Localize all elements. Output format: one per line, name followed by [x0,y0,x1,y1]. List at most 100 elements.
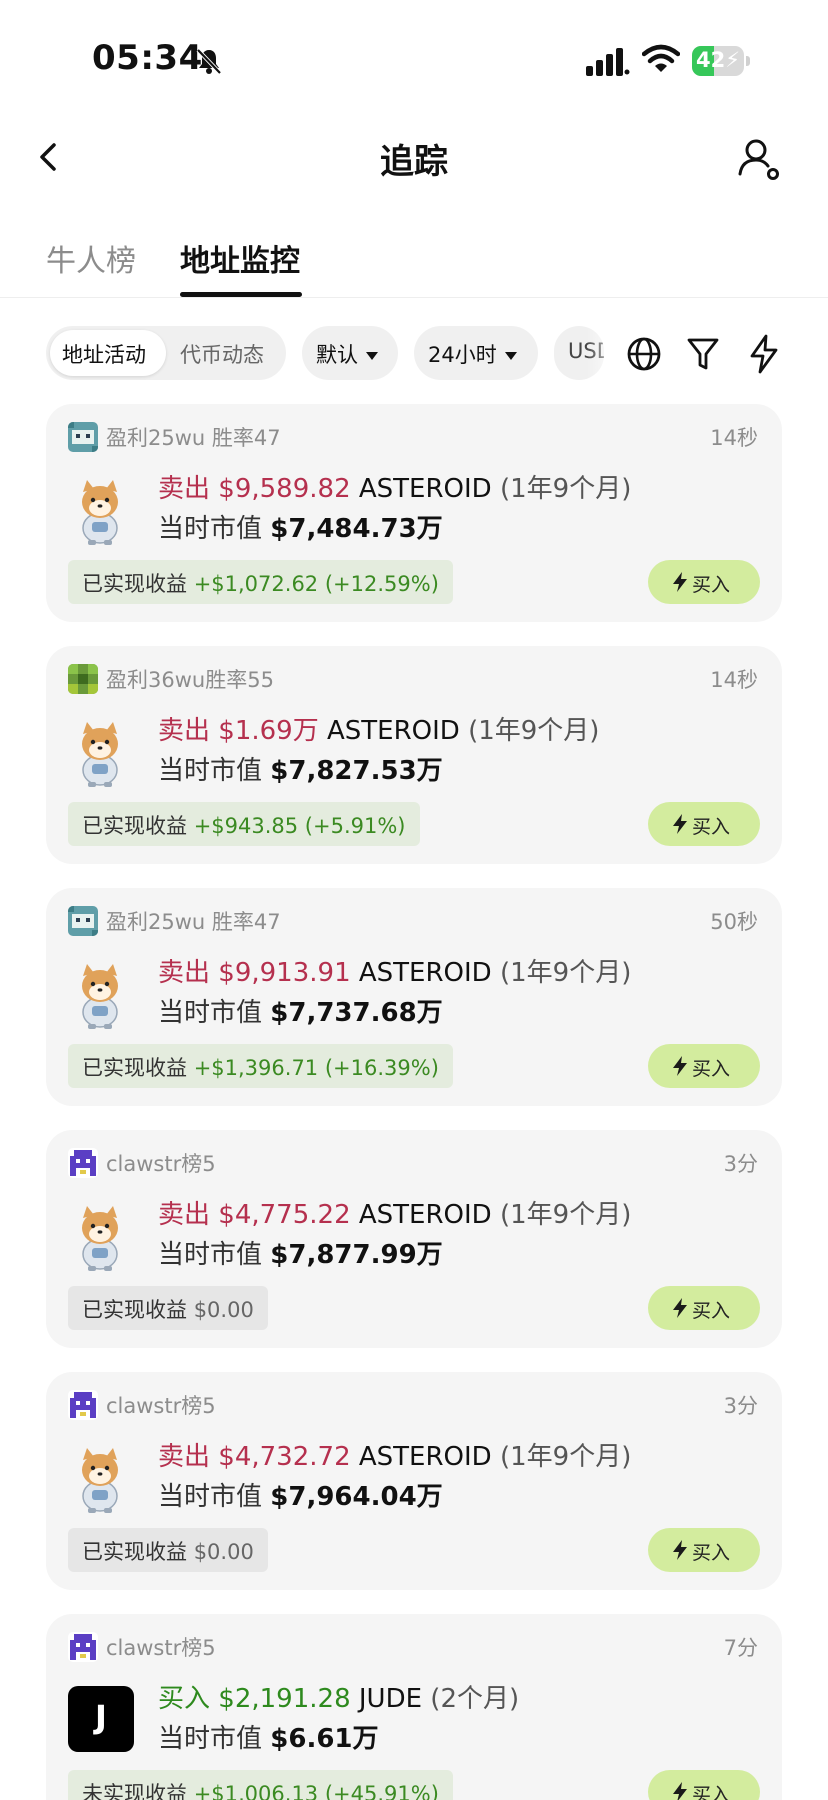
token-symbol[interactable]: ASTEROID [359,1200,492,1230]
trader-name[interactable]: clawstr榜5 [106,1148,216,1178]
buy-button[interactable]: 买入 [648,1770,760,1800]
pnl-label: 已实现收益 [82,1298,187,1322]
shiba-astronaut-token-icon [68,718,132,788]
segment-address-activity[interactable]: 地址活动 [62,339,146,369]
pnl-badge: 已实现收益 $0.00 [68,1528,268,1572]
token-symbol[interactable]: ASTEROID [359,1442,492,1472]
market-cap-label: 当时市值 [158,1482,263,1512]
activity-card[interactable]: 盈利36wu胜率55 14秒 卖出 $1.69万 ASTEROID (1年9个月) 当… [46,646,782,864]
trade-summary: 卖出 $9,589.82 ASTEROID (1年9个月) [158,468,631,505]
trade-amount: $9,589.82 [218,474,351,504]
teal-pixel-avatar-icon [68,422,98,452]
activity-age: 14秒 [710,426,758,450]
tab-leaderboard[interactable]: 牛人榜 [46,236,136,280]
trade-summary: 买入 $2,191.28 JUDE (2个月) [158,1678,519,1715]
activity-age: 3分 [723,1394,758,1418]
trade-amount: $4,732.72 [218,1442,351,1472]
trader-name[interactable]: clawstr榜5 [106,1632,216,1662]
pnl-label: 未实现收益 [82,1782,187,1800]
token-symbol[interactable]: ASTEROID [327,716,460,746]
market-cap-value: $7,964.04万 [270,1482,443,1512]
quick-trade-flash-icon[interactable] [746,334,782,374]
token-age: (1年9个月) [499,958,632,988]
buy-button[interactable]: 买入 [648,802,760,846]
pnl-label: 已实现收益 [82,814,187,838]
token-age: (1年9个月) [499,1442,632,1472]
shiba-astronaut-token-icon [68,1444,132,1514]
user-settings-icon[interactable] [736,136,782,182]
trade-summary: 卖出 $4,775.22 ASTEROID (1年9个月) [158,1194,631,1231]
sort-dropdown[interactable]: 默认 [302,326,398,380]
pnl-value: +$1,072.62 (+12.59%) [193,572,439,596]
activity-card[interactable]: 盈利25wu 胜率47 14秒卖出 $9,589.82 ASTEROID (1年9… [46,404,782,622]
filter-funnel-icon[interactable] [686,336,720,372]
trade-action: 卖出 [158,958,211,988]
trade-amount: $2,191.28 [218,1684,351,1714]
pnl-badge: 未实现收益 +$1,006.13 (+45.91%) [68,1770,453,1800]
activity-card[interactable]: clawstr榜5 3分卖出 $4,732.72 ASTEROID (1年9个月)… [46,1372,782,1590]
buy-button-label: 买入 [692,574,731,596]
market-cap-value: $6.61万 [270,1724,379,1754]
tab-bar: 牛人榜 地址监控 [0,230,828,298]
activity-age: 50秒 [710,910,758,934]
buy-button-label: 买入 [692,1542,731,1564]
trade-summary: 卖出 $9,913.91 ASTEROID (1年9个月) [158,952,631,989]
market-cap-line: 当时市值 $7,964.04万 [158,1476,443,1513]
buy-button-label: 买入 [692,1058,731,1080]
pnl-badge: 已实现收益 $0.00 [68,1286,268,1330]
trader-name[interactable]: 盈利25wu 胜率47 [106,422,281,452]
scroll-fade [586,326,626,380]
tab-address-monitor[interactable]: 地址监控 [180,236,300,280]
token-symbol[interactable]: JUDE [359,1684,422,1714]
market-cap-line: 当时市值 $7,827.53万 [158,750,443,787]
buy-button[interactable]: 买入 [648,1286,760,1330]
segment-token-activity[interactable]: 代币动态 [180,339,264,369]
token-symbol[interactable]: ASTEROID [359,474,492,504]
trader-name[interactable]: 盈利36wu胜率55 [106,664,274,694]
market-cap-label: 当时市值 [158,1240,263,1270]
pnl-label: 已实现收益 [82,1540,187,1564]
activity-card[interactable]: 盈利25wu 胜率47 50秒卖出 $9,913.91 ASTEROID (1年9… [46,888,782,1106]
active-tab-indicator [180,292,302,297]
battery-indicator: 42⚡ [692,46,750,76]
buy-button[interactable]: 买入 [648,1044,760,1088]
shiba-astronaut-token-icon [68,476,132,546]
cellular-signal-icon [586,48,630,76]
trade-action: 卖出 [158,474,211,504]
token-age: (1年9个月) [499,474,632,504]
pnl-value: $0.00 [193,1298,254,1322]
token-symbol[interactable]: ASTEROID [359,958,492,988]
shiba-astronaut-token-icon [68,1202,132,1272]
status-time: 05:34 [92,38,203,78]
purple-pixel-avatar-icon [68,1148,98,1178]
trader-name[interactable]: clawstr榜5 [106,1390,216,1420]
activity-age: 3分 [723,1152,758,1176]
buy-button-label: 买入 [692,1300,731,1322]
token-age: (2个月) [430,1684,520,1714]
activity-card[interactable]: clawstr榜5 7分 J 买入 $2,191.28 JUDE (2个月) 当时市值 … [46,1614,782,1800]
wifi-icon [642,44,680,72]
buy-button-label: 买入 [692,1784,731,1800]
period-dropdown[interactable]: 24小时 [414,326,538,380]
trade-action: 卖出 [158,1442,211,1472]
buy-button[interactable]: 买入 [648,560,760,604]
status-bar: 05:34 42⚡ [0,0,828,120]
pnl-value: $0.00 [193,1540,254,1564]
shiba-astronaut-token-icon [68,960,132,1030]
pnl-badge: 已实现收益 +$1,396.71 (+16.39%) [68,1044,453,1088]
activity-age: 14秒 [710,668,758,692]
globe-icon[interactable] [626,336,662,372]
trade-summary: 卖出 $4,732.72 ASTEROID (1年9个月) [158,1436,631,1473]
pnl-value: +$1,006.13 (+45.91%) [193,1782,439,1800]
market-cap-line: 当时市值 $7,484.73万 [158,508,443,545]
trade-amount: $4,775.22 [218,1200,351,1230]
battery-percent: 42 [696,48,726,72]
activity-card[interactable]: clawstr榜5 3分卖出 $4,775.22 ASTEROID (1年9个月)… [46,1130,782,1348]
token-age: (1年9个月) [499,1200,632,1230]
trade-action: 卖出 [158,1200,211,1230]
market-cap-line: 当时市值 $7,737.68万 [158,992,443,1029]
trade-amount: $9,913.91 [218,958,351,988]
trader-name[interactable]: 盈利25wu 胜率47 [106,906,281,936]
market-cap-value: $7,737.68万 [270,998,443,1028]
buy-button[interactable]: 买入 [648,1528,760,1572]
